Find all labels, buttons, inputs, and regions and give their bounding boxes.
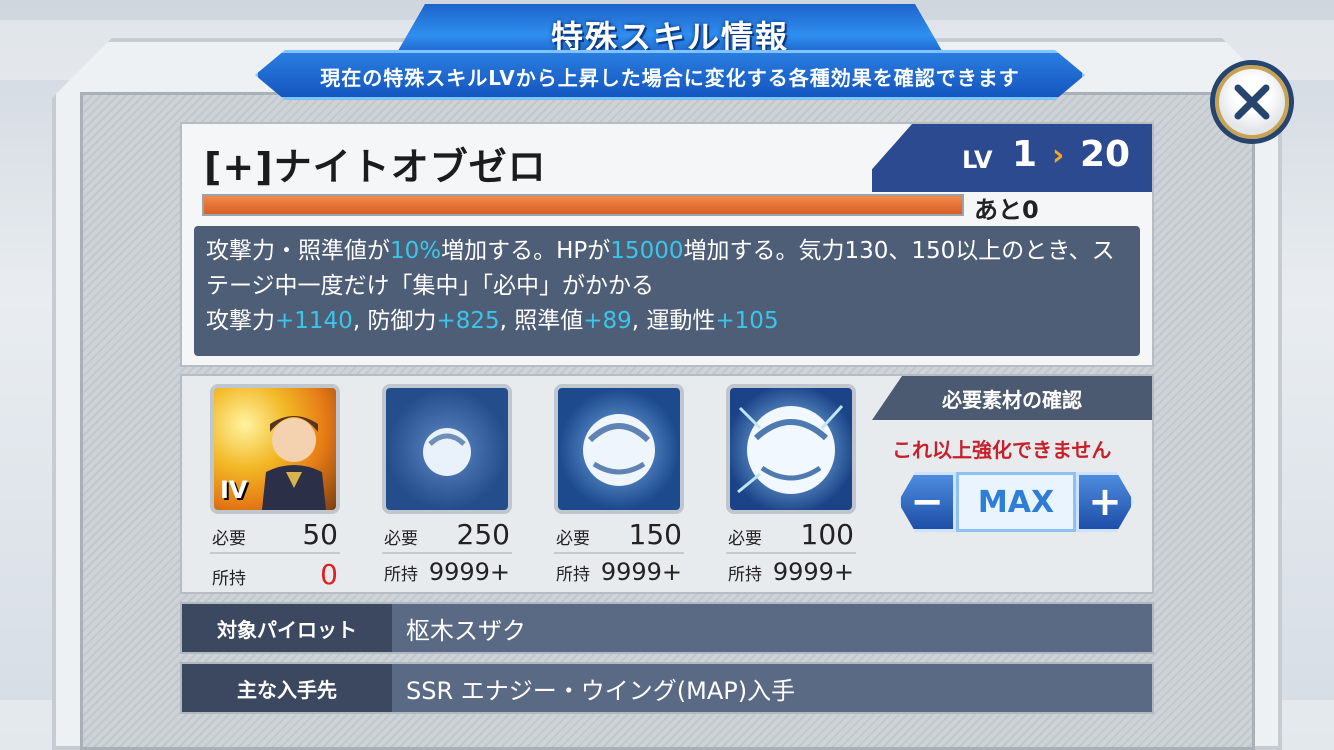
desc-text: 攻撃力・照準値が <box>206 238 390 264</box>
need-label: 必要 <box>556 529 590 549</box>
rarity-badge: IV <box>220 476 248 504</box>
level-max: 20 <box>1080 134 1131 175</box>
need-value: 150 <box>628 518 682 551</box>
need-label: 必要 <box>384 529 418 549</box>
need-row: 必要 50 <box>210 518 340 554</box>
have-row: 所持 9999+ <box>382 558 512 594</box>
orb-large-icon[interactable] <box>726 384 856 514</box>
need-value: 250 <box>456 518 510 551</box>
skill-description: 攻撃力・照準値が10%増加する。HPが15000増加する。気力130、150以上… <box>194 226 1140 356</box>
confirm-materials-button[interactable]: 必要素材の確認 <box>872 376 1152 420</box>
level-current: 1 <box>1012 134 1038 175</box>
orb-medium-icon[interactable] <box>554 384 684 514</box>
desc-text: 増加する。HPが <box>441 238 611 264</box>
orb-icon <box>737 404 844 494</box>
orb-icon <box>583 414 655 486</box>
desc-highlight: 10% <box>390 238 442 264</box>
desc-highlight: 15000 <box>610 238 684 264</box>
close-icon <box>1234 84 1270 120</box>
description-line: 攻撃力・照準値が10%増加する。HPが15000増加する。気力130、150以上… <box>206 234 1128 304</box>
level-arrow-icon: › <box>1052 138 1065 173</box>
dialog-header: 特殊スキル情報 現在の特殊スキルLVから上昇した場合に変化する各種効果を確認でき… <box>255 0 1085 108</box>
material-item[interactable]: 必要 250 所持 9999+ <box>382 384 512 594</box>
have-label: 所持 <box>728 565 762 585</box>
stat-value: +105 <box>715 308 779 334</box>
target-pilot-label: 対象パイロット <box>182 604 392 652</box>
orb-small-icon[interactable] <box>382 384 512 514</box>
exp-progress-fill <box>204 196 962 214</box>
material-item[interactable]: IV 必要 50 所持 0 <box>210 384 340 594</box>
have-label: 所持 <box>556 565 590 585</box>
stepper-value: MAX <box>956 472 1076 532</box>
orb-icon <box>423 428 471 476</box>
close-button[interactable] <box>1210 60 1294 144</box>
have-row: 所持 9999+ <box>726 558 856 594</box>
pilot-character-icon[interactable]: IV <box>210 384 340 514</box>
source-row: 主な入手先 SSR エナジー・ウイング(MAP)入手 <box>180 662 1154 714</box>
material-item[interactable]: 必要 100 所持 9999+ <box>726 384 856 594</box>
materials-panel: IV 必要 50 所持 0 必要 250 所持 9999+ 必要 150 所持 … <box>180 374 1154 594</box>
have-label: 所持 <box>212 569 246 589</box>
stat-value: +1140 <box>275 308 353 334</box>
source-label: 主な入手先 <box>182 664 392 712</box>
need-row: 必要 150 <box>554 518 684 554</box>
stat-label: 攻撃力 <box>206 308 275 334</box>
need-value: 50 <box>302 518 338 551</box>
level-label: LV <box>962 146 993 174</box>
stat-label: , 運動性 <box>631 308 716 334</box>
stat-label: , 照準値 <box>499 308 584 334</box>
max-level-warning: これ以上強化できません <box>892 438 1112 462</box>
have-label: 所持 <box>384 565 418 585</box>
have-row: 所持 0 <box>210 558 340 594</box>
target-pilot-row: 対象パイロット 枢木スザク <box>180 602 1154 654</box>
remaining-exp: あと0 <box>974 196 1039 224</box>
stat-value: +89 <box>583 308 632 334</box>
level-box: LV 1 › 20 <box>852 124 1152 192</box>
need-value: 100 <box>800 518 854 551</box>
have-value: 9999+ <box>600 558 682 586</box>
title-bar: 特殊スキル情報 <box>395 4 945 56</box>
stat-value: +825 <box>436 308 500 334</box>
need-row: 必要 250 <box>382 518 512 554</box>
stats-line: 攻撃力+1140, 防御力+825, 照準値+89, 運動性+105 <box>206 304 1128 339</box>
exp-progress-bar <box>202 194 964 216</box>
skill-name: [+]ナイトオブゼロ <box>204 145 547 189</box>
material-item[interactable]: 必要 150 所持 9999+ <box>554 384 684 594</box>
need-row: 必要 100 <box>726 518 856 554</box>
source-value: SSR エナジー・ウイング(MAP)入手 <box>406 676 796 705</box>
level-stepper: − MAX + <box>898 472 1134 532</box>
decrement-button[interactable]: − <box>898 472 956 532</box>
have-row: 所持 9999+ <box>554 558 684 594</box>
have-value: 9999+ <box>428 558 510 586</box>
have-value: 9999+ <box>772 558 854 586</box>
need-label: 必要 <box>728 529 762 549</box>
target-pilot-value: 枢木スザク <box>406 616 526 645</box>
stat-label: , 防御力 <box>352 308 437 334</box>
dialog-subtitle: 現在の特殊スキルLVから上昇した場合に変化する各種効果を確認できます <box>320 66 1020 90</box>
need-label: 必要 <box>212 529 246 549</box>
skill-card: [+]ナイトオブゼロ LV 1 › 20 あと0 攻撃力・照準値が10%増加する… <box>180 122 1154 367</box>
increment-button[interactable]: + <box>1076 472 1134 532</box>
have-value: 0 <box>320 558 338 591</box>
